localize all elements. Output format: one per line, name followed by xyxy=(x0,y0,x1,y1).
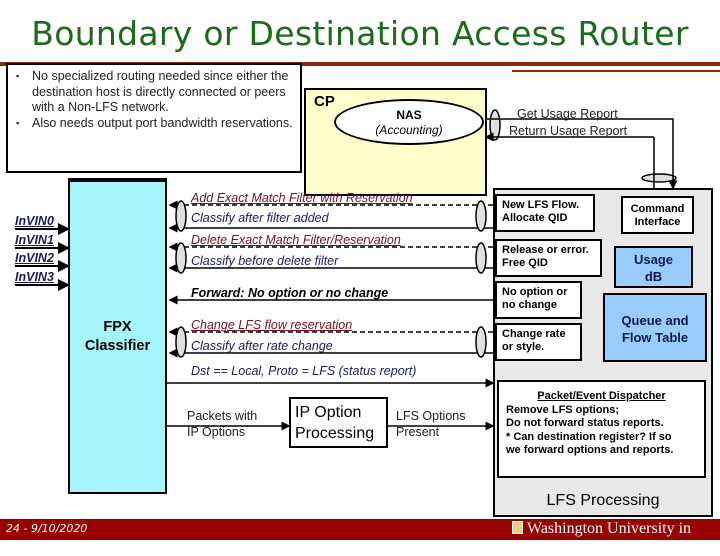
get-usage-report-label: Get Usage Report xyxy=(517,107,618,121)
dispatcher-heading: Packet/Event Dispatcher xyxy=(537,390,666,402)
nas-ellipse: NAS (Accounting) xyxy=(334,99,484,145)
input-vin-0: InVIN0 xyxy=(15,214,54,228)
msg-classify-after-rate: Classify after rate change xyxy=(191,339,333,353)
input-vin-2: InVIN2 xyxy=(15,251,54,265)
msg-classify-after-add: Classify after filter added xyxy=(191,211,329,225)
no-option-line1: No option or xyxy=(502,286,568,298)
usage-db-line1: Usage xyxy=(633,252,674,267)
msg-status-report: Dst == Local, Proto = LFS (status report… xyxy=(191,364,417,378)
queue-flow-table-box: Queue and Flow Table xyxy=(603,293,707,362)
lfs-processing-label: LFS Processing xyxy=(546,492,660,509)
command-interface-box: Command Interface xyxy=(621,196,694,234)
input-vin-3: InVIN3 xyxy=(15,270,54,284)
notes-box: No specialized routing needed since eith… xyxy=(6,63,302,173)
fpx-label-line1: FPX xyxy=(103,319,132,335)
release-line2: Free QID xyxy=(502,257,548,269)
change-rate-line2: or style. xyxy=(502,341,545,353)
new-flow-line1: New LFS Flow. xyxy=(502,199,580,211)
fpx-label-line2: Classifier xyxy=(84,338,151,354)
ip-output-line1: LFS Options xyxy=(396,409,466,423)
release-box: Release or error. Free QID xyxy=(495,239,602,277)
msg-classify-before-delete: Classify before delete filter xyxy=(191,254,339,268)
lfs-options-output-label: LFS Options Present xyxy=(396,408,465,440)
usage-db-box: Usage dB xyxy=(614,246,693,288)
command-line1: Command xyxy=(630,203,685,215)
return-usage-report-label: Return Usage Report xyxy=(509,124,628,138)
dispatcher-line: Do not forward status reports. xyxy=(506,417,664,429)
msg-delete-filter: Delete Exact Match Filter/Reservation xyxy=(191,233,401,247)
institution-logo: Washington University in St.Louis xyxy=(512,520,720,556)
change-rate-box: Change rate or style. xyxy=(495,323,582,361)
ip-box-line2: Processing xyxy=(295,425,375,442)
ip-option-processing-box: IP Option Processing xyxy=(289,397,388,448)
ip-box-line1: IP Option xyxy=(295,404,362,421)
usage-db-line2: dB xyxy=(644,269,663,284)
dispatcher-line: * Can destination register? If so xyxy=(506,430,672,443)
new-flow-box: New LFS Flow. Allocate QID xyxy=(495,194,595,232)
nas-title: NAS xyxy=(396,108,422,122)
ip-input-line1: Packets with xyxy=(187,409,258,423)
ip-input-line2: IP Options xyxy=(187,425,246,439)
no-option-box: No option or no change xyxy=(495,281,582,319)
new-flow-line2: Allocate QID xyxy=(502,212,568,224)
cp-label: CP xyxy=(314,93,335,110)
note-item: No specialized routing needed since eith… xyxy=(16,69,294,116)
command-line2: Interface xyxy=(634,216,681,228)
msg-change-reservation: Change LFS flow reservation xyxy=(191,318,353,332)
queue-line2: Flow Table xyxy=(621,330,689,345)
institution-name: Washington University in St.Louis xyxy=(512,520,692,555)
msg-add-filter: Add Exact Match Filter with Reservation xyxy=(191,191,413,205)
nas-subtitle: (Accounting) xyxy=(375,123,443,137)
ip-output-line2: Present xyxy=(396,425,440,439)
queue-line1: Queue and xyxy=(621,313,689,328)
packet-event-dispatcher-box: Packet/Event Dispatcher Remove LFS optio… xyxy=(497,380,706,478)
slide-number: 24 - 9/10/2020 xyxy=(6,522,88,535)
change-rate-line1: Change rate xyxy=(502,328,566,340)
input-vin-1: InVIN1 xyxy=(15,233,54,247)
note-item: Also needs output port bandwidth reserva… xyxy=(16,116,294,132)
shield-icon xyxy=(512,521,523,534)
msg-forward: Forward: No option or no change xyxy=(191,286,389,300)
ip-options-input-label: Packets with IP Options xyxy=(187,408,257,440)
dispatcher-line: we forward options and reports. xyxy=(506,444,674,456)
fpx-classifier-label: FPX Classifier xyxy=(68,318,167,356)
no-option-line2: no change xyxy=(502,299,558,311)
release-line1: Release or error. xyxy=(502,244,589,256)
dispatcher-line: Remove LFS options; xyxy=(506,403,620,416)
